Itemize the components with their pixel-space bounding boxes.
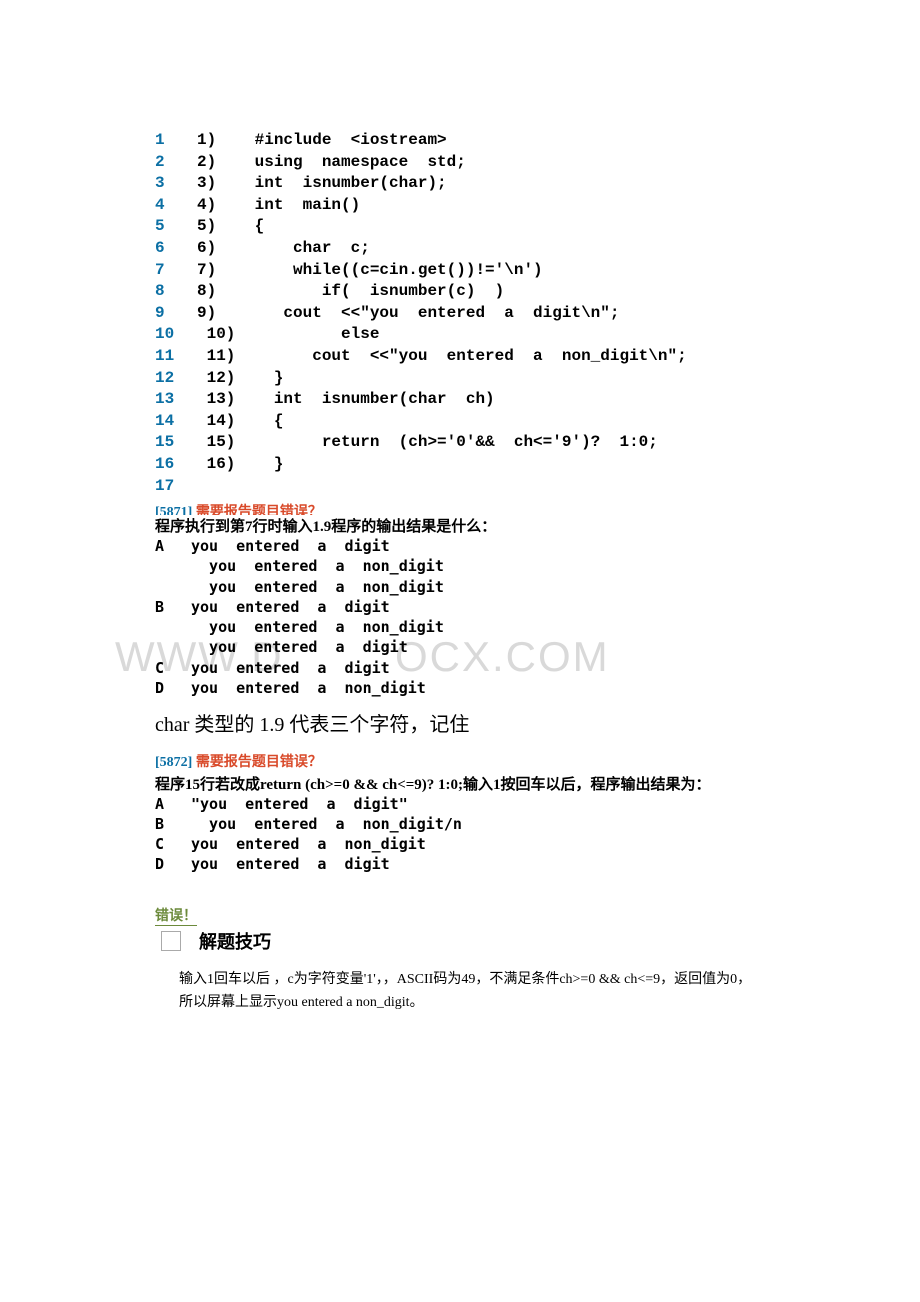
code-line: 11 11) cout <<"you entered a non_digit\n…	[155, 346, 765, 368]
option-c: Cyou entered a non_digit	[155, 834, 765, 854]
code-line: 77) while((c=cin.get())!='\n')	[155, 260, 765, 282]
code-line: 66) char c;	[155, 238, 765, 260]
code-text: 14) {	[197, 411, 283, 433]
code-line: 13 13) int isnumber(char ch)	[155, 389, 765, 411]
line-number: 11	[155, 346, 197, 368]
line-number: 13	[155, 389, 197, 411]
question-options: Ayou entered a digit you entered a non_d…	[155, 536, 765, 698]
option-text: you entered a non_digit	[191, 556, 444, 576]
option-text: you entered a non_digit	[191, 577, 444, 597]
option-a-cont: you entered a non_digit	[155, 577, 765, 597]
code-line: 55) {	[155, 216, 765, 238]
line-number: 8	[155, 281, 197, 303]
option-label: A	[155, 536, 191, 556]
code-text: 3) int isnumber(char);	[197, 173, 447, 195]
explanation-text: 输入1回车以后 ，c为字符变量'1'，，ASCII码为49，不满足条件ch>=0…	[155, 968, 765, 1016]
line-number: 5	[155, 216, 197, 238]
question-header: [5871] 需要报告题目错误？	[155, 503, 765, 515]
tips-header: 解题技巧	[155, 928, 765, 954]
option-label: D	[155, 678, 191, 698]
code-line: 15 15) return (ch>='0'&& ch<='9')? 1:0;	[155, 432, 765, 454]
code-text: 7) while((c=cin.get())!='\n')	[197, 260, 543, 282]
line-number: 1	[155, 130, 197, 152]
option-text: you entered a non_digit	[191, 678, 426, 698]
option-text: "you entered a digit"	[191, 794, 408, 814]
option-a: A"you entered a digit"	[155, 794, 765, 814]
code-text: 16) }	[197, 454, 283, 476]
option-a-cont: you entered a non_digit	[155, 556, 765, 576]
line-number: 10	[155, 324, 197, 346]
code-text: 4) int main()	[197, 195, 360, 217]
option-label: C	[155, 834, 191, 854]
question-options: A"you entered a digit" B you entered a n…	[155, 794, 765, 875]
code-line: 22) using namespace std;	[155, 152, 765, 174]
code-text: 11) cout <<"you entered a non_digit\n";	[197, 346, 687, 368]
line-number: 17	[155, 476, 197, 498]
code-line: 16 16) }	[155, 454, 765, 476]
line-number: 12	[155, 368, 197, 390]
option-label: C	[155, 658, 191, 678]
line-number: 14	[155, 411, 197, 433]
report-error-link[interactable]: 需要报告题目错误？	[196, 505, 322, 515]
question-stem: 程序15行若改成return (ch>=0 && ch<=9)? 1:0;输入1…	[155, 773, 765, 794]
option-label: A	[155, 794, 191, 814]
option-d: Dyou entered a non_digit	[155, 678, 765, 698]
code-text: 1) #include <iostream>	[197, 130, 447, 152]
code-line: 44) int main()	[155, 195, 765, 217]
question-id: [5872]	[155, 755, 192, 770]
option-label: B	[155, 597, 191, 617]
code-line: 10 10) else	[155, 324, 765, 346]
code-line: 12 12) }	[155, 368, 765, 390]
line-number: 16	[155, 454, 197, 476]
line-number: 4	[155, 195, 197, 217]
code-text: 9) cout <<"you entered a digit\n";	[197, 303, 619, 325]
option-text: you entered a non_digit	[191, 617, 444, 637]
code-text: 12) }	[197, 368, 283, 390]
option-b: Byou entered a digit	[155, 597, 765, 617]
code-line: 11) #include <iostream>	[155, 130, 765, 152]
code-line: 17	[155, 476, 765, 498]
code-line: 88) if( isnumber(c) )	[155, 281, 765, 303]
code-text: 2) using namespace std;	[197, 152, 466, 174]
tips-label: 解题技巧	[199, 928, 271, 954]
option-text: you entered a digit	[191, 597, 390, 617]
code-line: 33) int isnumber(char);	[155, 173, 765, 195]
line-number: 7	[155, 260, 197, 282]
report-error-link[interactable]: 需要报告题目错误？	[196, 755, 322, 770]
option-text: you entered a digit	[191, 658, 390, 678]
option-text: you entered a digit	[191, 854, 390, 874]
error-label: 错误！	[155, 905, 197, 926]
code-line: 14 14) {	[155, 411, 765, 433]
line-number: 2	[155, 152, 197, 174]
option-a: Ayou entered a digit	[155, 536, 765, 556]
code-text: 5) {	[197, 216, 264, 238]
code-text: 10) else	[197, 324, 379, 346]
code-text: 13) int isnumber(char ch)	[197, 389, 495, 411]
code-block: 11) #include <iostream> 22) using namesp…	[155, 130, 765, 497]
code-text: 15) return (ch>='0'&& ch<='9')? 1:0;	[197, 432, 658, 454]
code-text: 6) char c;	[197, 238, 370, 260]
option-text: you entered a non_digit/n	[191, 814, 462, 834]
option-label: D	[155, 854, 191, 874]
option-text: you entered a non_digit	[191, 834, 426, 854]
question-id: [5871]	[155, 505, 192, 515]
option-c: Cyou entered a digit	[155, 658, 765, 678]
line-number: 6	[155, 238, 197, 260]
line-number: 3	[155, 173, 197, 195]
option-b-cont: you entered a digit	[155, 637, 765, 657]
author-note: char 类型的 1.9 代表三个字符，记住	[155, 708, 765, 737]
option-d: Dyou entered a digit	[155, 854, 765, 874]
line-number: 9	[155, 303, 197, 325]
option-text: you entered a digit	[191, 536, 390, 556]
question-header: [5872] 需要报告题目错误？	[155, 753, 765, 773]
option-label: B	[155, 814, 191, 834]
checkbox-icon	[161, 931, 181, 951]
option-b: B you entered a non_digit/n	[155, 814, 765, 834]
option-text: you entered a digit	[191, 637, 408, 657]
code-text: 8) if( isnumber(c) )	[197, 281, 504, 303]
code-line: 99) cout <<"you entered a digit\n";	[155, 303, 765, 325]
option-b-cont: you entered a non_digit	[155, 617, 765, 637]
question-stem: 程序执行到第7行时输入1.9程序的输出结果是什么：	[155, 515, 765, 536]
line-number: 15	[155, 432, 197, 454]
